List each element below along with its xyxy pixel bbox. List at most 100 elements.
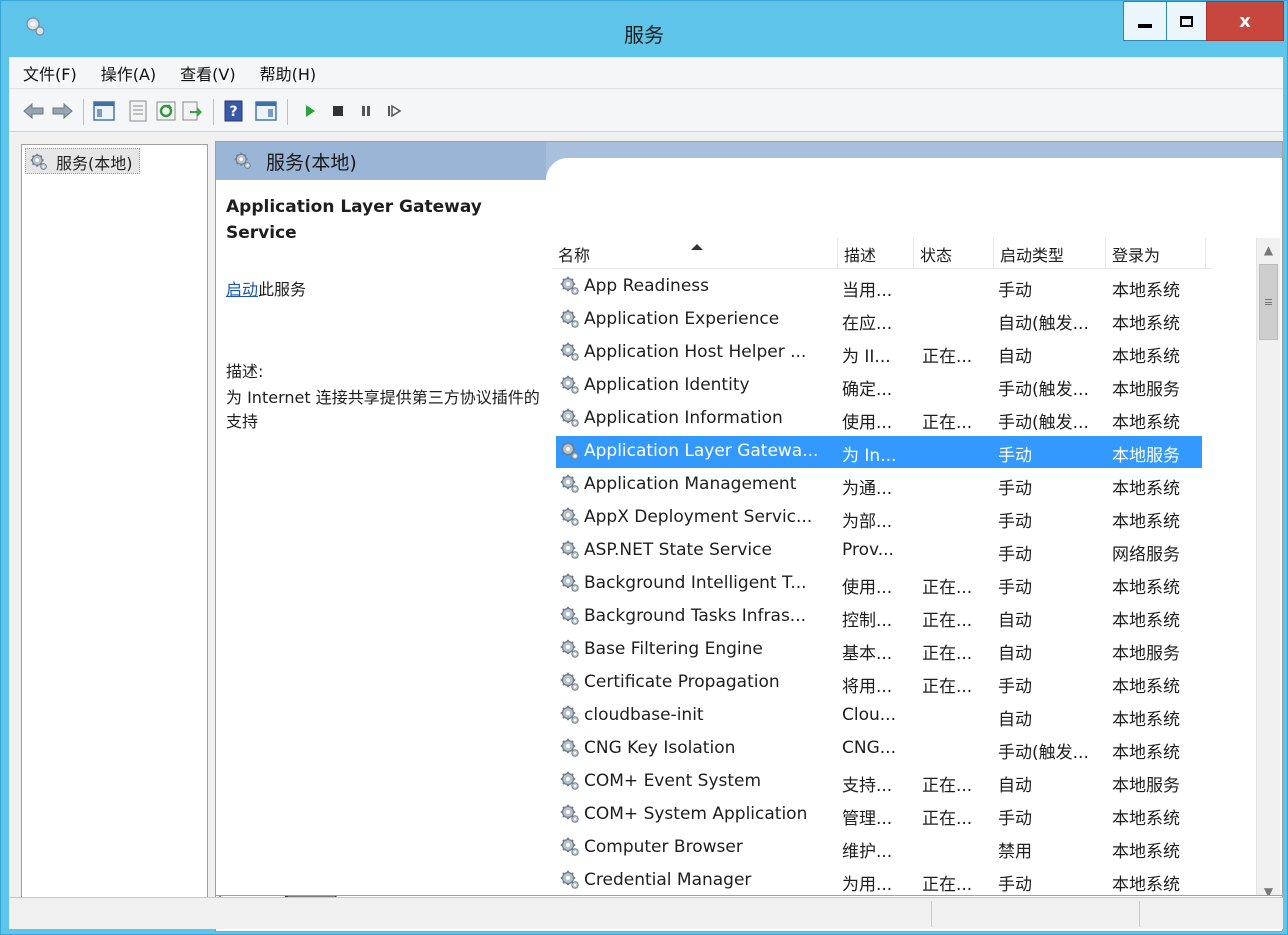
service-gear-icon [560, 408, 580, 428]
show-console-tree-icon[interactable] [93, 100, 115, 122]
service-gear-icon [560, 639, 580, 659]
column-header-name[interactable]: 名称 [552, 238, 838, 269]
service-startup-type: 手动 [998, 809, 1032, 829]
service-startup-type: 手动 [998, 512, 1032, 532]
table-row[interactable]: CNG Key Isolation CNG... 手动(触发... 本地系统 [552, 732, 1212, 765]
back-arrow-icon[interactable] [23, 100, 45, 122]
service-startup-type: 自动 [998, 710, 1032, 730]
table-row[interactable]: Application Experience 在应... 自动(触发... 本地系统 [552, 303, 1212, 336]
column-header-status[interactable]: 状态 [914, 238, 994, 269]
service-name-cell: CNG Key Isolation [560, 738, 842, 758]
service-log-on-as: 本地系统 [1112, 875, 1180, 895]
service-log-on-as: 本地系统 [1112, 281, 1180, 301]
help-icon[interactable]: ? [223, 100, 245, 122]
menu-file[interactable]: 文件(F) [23, 61, 77, 85]
service-name-cell: Application Experience [560, 309, 842, 329]
service-status: 正在... [922, 347, 973, 367]
stop-service-icon[interactable] [327, 100, 349, 122]
service-log-on-as: 网络服务 [1112, 545, 1180, 565]
services-gear-icon [30, 153, 48, 171]
service-log-on-as: 本地系统 [1112, 578, 1180, 598]
service-startup-type: 自动 [998, 776, 1032, 796]
table-row[interactable]: Application Identity 确定... 手动(触发... 本地服务 [552, 369, 1212, 402]
show-action-pane-icon[interactable] [255, 100, 277, 122]
service-log-on-as: 本地系统 [1112, 479, 1180, 499]
table-row[interactable]: Certificate Propagation 将用... 正在... 手动 本地系统 [552, 666, 1212, 699]
table-row[interactable]: Application Layer Gatewa... 为 In... 手动 本地服务 [552, 435, 1212, 468]
service-log-on-as: 本地系统 [1112, 677, 1180, 697]
table-row[interactable]: Background Tasks Infras... 控制... 正在... 自动 本地… [552, 600, 1212, 633]
service-gear-icon [560, 309, 580, 329]
start-service-link[interactable]: 启动 [226, 280, 258, 299]
refresh-icon[interactable] [155, 100, 177, 122]
resume-service-icon[interactable] [383, 100, 405, 122]
service-name-cell: Application Identity [560, 375, 842, 395]
svg-text:?: ? [229, 104, 237, 120]
service-name: COM+ System Application [584, 804, 808, 824]
service-startup-type: 手动(触发... [998, 380, 1089, 400]
service-name-cell: ASP.NET State Service [560, 540, 842, 560]
properties-icon[interactable] [127, 100, 149, 122]
service-startup-type: 禁用 [998, 842, 1032, 862]
column-header-log-on-as[interactable]: 登录为 [1106, 238, 1206, 269]
pause-service-icon[interactable] [355, 100, 377, 122]
service-name: Background Tasks Infras... [584, 606, 807, 626]
service-log-on-as: 本地服务 [1112, 776, 1180, 796]
service-name: Application Management [584, 474, 797, 494]
client-area: 文件(F) 操作(A) 查看(V) 帮助(H) ? 服务(本地) 服务(本地) … [9, 57, 1283, 932]
table-row[interactable]: COM+ System Application 管理... 正在... 手动 本地系统 [552, 798, 1212, 831]
maximize-button[interactable] [1166, 1, 1207, 41]
service-name-cell: Background Intelligent T... [560, 573, 842, 593]
vertical-scrollbar[interactable]: ▲ ▼ [1256, 238, 1280, 904]
table-row[interactable]: ASP.NET State Service Prov... 手动 网络服务 [552, 534, 1212, 567]
table-row[interactable]: Application Information 使用... 正在... 手动(触发..… [552, 402, 1212, 435]
menu-bar: 文件(F) 操作(A) 查看(V) 帮助(H) [9, 57, 1283, 89]
start-service-icon[interactable] [299, 100, 321, 122]
table-row[interactable]: App Readiness 当用... 手动 本地系统 [552, 270, 1212, 303]
table-row[interactable]: cloudbase-init Clou... 自动 本地系统 [552, 699, 1212, 732]
service-gear-icon [560, 606, 580, 626]
close-button[interactable]: x [1206, 1, 1284, 41]
services-gear-icon [234, 152, 252, 170]
services-panel: 服务(本地) Application Layer Gateway Service… [215, 141, 1283, 932]
forward-arrow-icon[interactable] [51, 100, 73, 122]
title-bar[interactable]: 服务 x [1, 1, 1287, 57]
services-list: 名称 描述 状态 启动类型 登录为 App Readiness 当用... 手动 本地… [552, 238, 1282, 904]
panel-header: 服务(本地) [216, 142, 1282, 180]
service-gear-icon [560, 276, 580, 296]
service-description: 当用... [842, 281, 893, 301]
table-row[interactable]: Base Filtering Engine 基本... 正在... 自动 本地服务 [552, 633, 1212, 666]
scroll-up-icon[interactable]: ▲ [1257, 238, 1280, 262]
description-pane: Application Layer Gateway Service 启动此服务 … [216, 180, 546, 895]
service-name-cell: Credential Manager [560, 870, 842, 890]
toolbar-separator [213, 99, 214, 125]
toolbar-separator [83, 99, 84, 125]
table-row[interactable]: Credential Manager 为用... 正在... 手动 本地系统 [552, 864, 1212, 897]
column-header-startup-type[interactable]: 启动类型 [994, 238, 1106, 269]
service-description: 为用... [842, 875, 893, 895]
table-row[interactable]: Background Intelligent T... 使用... 正在... 手动 本… [552, 567, 1212, 600]
list-rows: App Readiness 当用... 手动 本地系统 Application Expe… [552, 270, 1212, 904]
table-row[interactable]: Computer Browser 维护... 禁用 本地系统 [552, 831, 1212, 864]
export-list-icon[interactable] [181, 100, 203, 122]
service-gear-icon [560, 837, 580, 857]
panel-header-curve [546, 158, 1282, 180]
services-window: 服务 x 文件(F) 操作(A) 查看(V) 帮助(H) ? 服务(本地) 服务… [0, 0, 1288, 935]
menu-help[interactable]: 帮助(H) [260, 61, 317, 85]
menu-action[interactable]: 操作(A) [101, 61, 156, 85]
table-row[interactable]: Application Host Helper ... 为 II... 正在... 自… [552, 336, 1212, 369]
scrollbar-thumb[interactable] [1259, 264, 1278, 340]
toolbar: ? [9, 90, 1283, 132]
service-status: 正在... [922, 644, 973, 664]
service-startup-type: 自动 [998, 611, 1032, 631]
console-tree: 服务(本地) [21, 144, 208, 921]
table-row[interactable]: AppX Deployment Servic... 为部... 手动 本地系统 [552, 501, 1212, 534]
service-gear-icon [560, 804, 580, 824]
column-header-description[interactable]: 描述 [838, 238, 914, 269]
table-row[interactable]: Application Management 为通... 手动 本地系统 [552, 468, 1212, 501]
tree-item-services-local[interactable]: 服务(本地) [25, 148, 140, 174]
service-status: 正在... [922, 611, 973, 631]
menu-view[interactable]: 查看(V) [180, 61, 235, 85]
table-row[interactable]: COM+ Event System 支持... 正在... 自动 本地服务 [552, 765, 1212, 798]
minimize-button[interactable] [1123, 1, 1167, 41]
